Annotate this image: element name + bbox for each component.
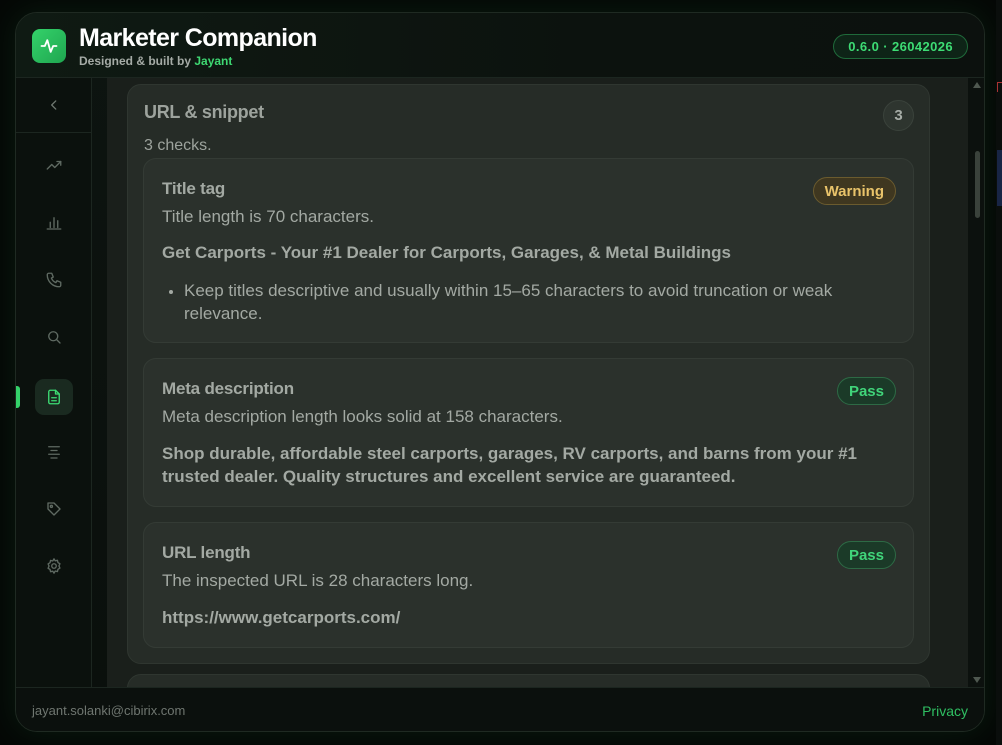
app-logo-icon (32, 29, 66, 63)
check-card-title-tag: Title tag Warning Title length is 70 cha… (143, 158, 914, 343)
next-section (127, 674, 930, 687)
footer: jayant.solanki@cibirix.com Privacy (16, 687, 984, 731)
check-text: The inspected URL is 28 characters long. (162, 571, 474, 590)
background-window-edge (996, 0, 1002, 745)
scroll-up-arrow[interactable] (973, 82, 981, 88)
check-title: URL length (162, 543, 251, 562)
document-icon (48, 389, 60, 405)
check-value: Get Carports - Your #1 Dealer for Carpor… (162, 243, 732, 262)
section-count-badge: 3 (883, 100, 914, 131)
tips-list: Keep titles descriptive and usually with… (184, 279, 904, 325)
check-card-meta-description: Meta description Pass Meta description l… (143, 358, 914, 507)
status-badge: Warning (812, 177, 896, 205)
url-snippet-section: URL & snippet 3 3 checks. Title tag Warn… (127, 84, 930, 664)
sidebar-item-search[interactable] (35, 319, 73, 355)
chevron-left-icon (51, 100, 57, 110)
sidebar-item-calls[interactable] (35, 262, 73, 298)
sidebar (16, 78, 92, 687)
header: Marketer Companion Designed & built by J… (16, 13, 984, 78)
sidebar-item-content[interactable] (35, 434, 73, 470)
background-window-mark (997, 82, 1002, 92)
search-icon (48, 331, 61, 344)
author-link[interactable]: Jayant (194, 54, 232, 68)
privacy-link[interactable]: Privacy (922, 703, 968, 719)
sidebar-item-analytics[interactable] (35, 205, 73, 241)
check-value: https://www.getcarports.com/ (162, 608, 401, 627)
app-subtitle: Designed & built by Jayant (79, 54, 232, 68)
status-badge: Pass (836, 541, 896, 569)
bar-chart-icon (46, 217, 62, 230)
active-indicator (16, 386, 20, 408)
app-title: Marketer Companion (79, 24, 317, 52)
scroll-down-arrow[interactable] (973, 677, 981, 683)
phone-icon (46, 272, 62, 288)
sidebar-item-settings[interactable] (35, 548, 73, 584)
sidebar-item-page-audit[interactable] (35, 379, 73, 415)
user-email: jayant.solanki@cibirix.com (32, 703, 186, 718)
background-window-mark (997, 150, 1002, 206)
scrollbar-thumb[interactable] (975, 151, 980, 218)
status-badge: Pass (836, 377, 896, 405)
sidebar-item-trends[interactable] (35, 148, 73, 184)
tag-icon (47, 502, 61, 516)
sidebar-item-tags[interactable] (35, 491, 73, 527)
check-value: Shop durable, affordable steel carports,… (162, 444, 857, 486)
scrollbar[interactable] (968, 78, 984, 687)
subtitle-prefix: Designed & built by (79, 54, 195, 68)
check-title: Title tag (162, 179, 226, 198)
collapse-button[interactable] (16, 78, 92, 133)
section-title: URL & snippet (144, 102, 264, 122)
gear-icon (47, 558, 61, 574)
main-content: URL & snippet 3 3 checks. Title tag Warn… (107, 78, 977, 687)
check-text: Meta description length looks solid at 1… (162, 407, 563, 426)
version-badge: 0.6.0 · 26042026 (833, 34, 968, 59)
check-card-url-length: URL length Pass The inspected URL is 28 … (143, 522, 914, 648)
check-text: Title length is 70 characters. (162, 207, 374, 226)
list-item: Keep titles descriptive and usually with… (184, 279, 904, 325)
trending-icon (46, 160, 62, 170)
align-center-icon (48, 446, 60, 459)
section-description: 3 checks. (144, 137, 212, 154)
check-title: Meta description (162, 379, 294, 398)
app-window: Marketer Companion Designed & built by J… (15, 12, 985, 732)
